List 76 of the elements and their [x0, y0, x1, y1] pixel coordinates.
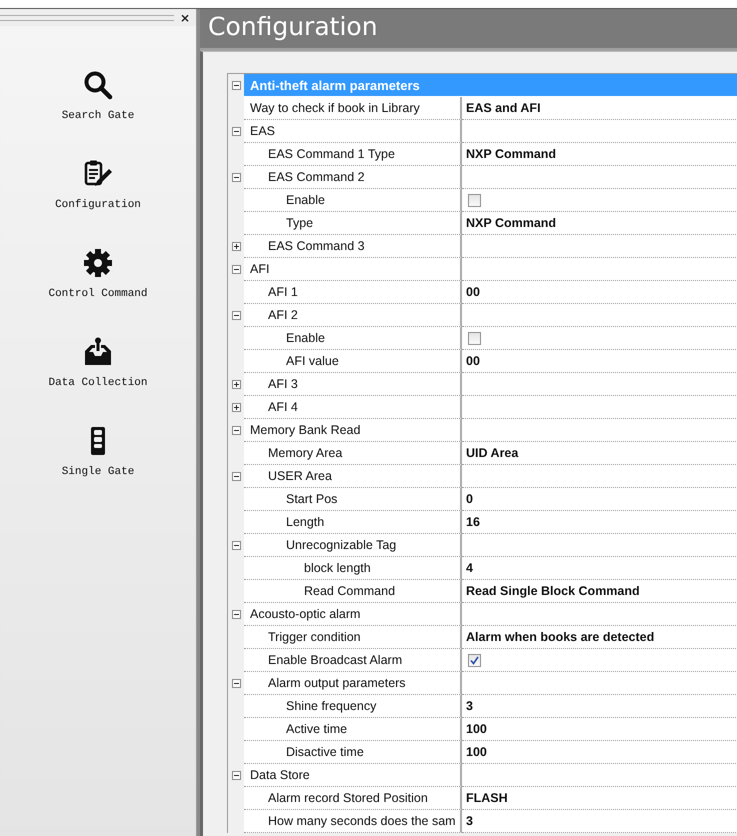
nav-button[interactable]: Data Collection: [48, 337, 148, 389]
collapse-toggle[interactable]: [232, 541, 240, 550]
property-name[interactable]: Unrecognizable Tag: [286, 538, 396, 552]
collapse-toggle[interactable]: [232, 679, 240, 688]
property-value[interactable]: Alarm when books are detected: [466, 630, 654, 644]
property-name[interactable]: AFI 4: [268, 400, 298, 414]
property-name[interactable]: Shine frequency: [286, 699, 376, 713]
property-name[interactable]: EAS Command 3: [268, 239, 365, 253]
property-value[interactable]: 4: [466, 561, 473, 575]
property-name[interactable]: Memory Bank Read: [250, 423, 360, 437]
property-name[interactable]: AFI 2: [268, 308, 298, 322]
collapse-toggle[interactable]: [232, 127, 240, 136]
property-name[interactable]: Memory Area: [268, 446, 342, 460]
collapse-toggle[interactable]: [232, 173, 240, 182]
collapse-toggle[interactable]: [232, 472, 240, 481]
property-name[interactable]: AFI 1: [268, 285, 298, 299]
collapse-toggle[interactable]: [232, 771, 240, 780]
property-name[interactable]: Type: [286, 216, 314, 230]
property-value[interactable]: 100: [466, 722, 487, 736]
inbox-icon: [83, 337, 113, 367]
property-name[interactable]: EAS Command 2: [268, 170, 365, 184]
property-name[interactable]: Alarm output parameters: [268, 676, 406, 690]
property-value[interactable]: NXP Command: [466, 147, 556, 161]
expand-toggle[interactable]: [232, 242, 240, 251]
property-name[interactable]: How many seconds does the sam: [268, 814, 456, 828]
collapse-toggle[interactable]: [232, 311, 240, 320]
collapse-toggle[interactable]: [232, 81, 240, 90]
property-value[interactable]: 100: [466, 745, 487, 759]
property-value[interactable]: UID Area: [466, 446, 518, 460]
nav-button[interactable]: Configuration: [55, 159, 141, 211]
property-value[interactable]: FLASH: [466, 791, 508, 805]
property-name[interactable]: Disactive time: [286, 745, 364, 759]
property-name[interactable]: Alarm record Stored Position: [268, 791, 428, 805]
property-value[interactable]: 00: [466, 354, 480, 368]
property-name[interactable]: AFI: [250, 262, 270, 276]
property-name[interactable]: AFI value: [286, 354, 339, 368]
clipboard-pencil-icon: [82, 159, 113, 189]
search-icon: [83, 70, 113, 100]
property-value[interactable]: 16: [466, 515, 480, 529]
collapse-toggle[interactable]: [232, 426, 240, 435]
property-name[interactable]: USER Area: [268, 469, 332, 483]
property-value[interactable]: EAS and AFI: [466, 101, 541, 115]
property-name[interactable]: Way to check if book in Library: [250, 101, 420, 115]
property-name[interactable]: Start Pos: [286, 492, 338, 506]
panel-title: Configuration: [200, 9, 737, 51]
property-name[interactable]: Trigger condition: [268, 630, 361, 644]
property-name[interactable]: EAS Command 1 Type: [268, 147, 395, 161]
collapse-toggle[interactable]: [232, 610, 240, 619]
checkbox[interactable]: [468, 332, 481, 344]
property-name[interactable]: Enable: [286, 193, 325, 207]
close-button[interactable]: ×: [180, 10, 190, 24]
checkbox[interactable]: [468, 654, 481, 666]
property-name[interactable]: Active time: [286, 722, 348, 736]
property-value[interactable]: Read Single Block Command: [466, 584, 640, 598]
property-name[interactable]: Enable Broadcast Alarm: [268, 653, 402, 667]
property-value[interactable]: 00: [466, 285, 480, 299]
property-name[interactable]: AFI 3: [268, 377, 298, 391]
property-value[interactable]: 0: [466, 492, 473, 506]
property-value[interactable]: NXP Command: [466, 216, 556, 230]
collapse-toggle[interactable]: [232, 265, 240, 274]
property-name[interactable]: Acousto-optic alarm: [250, 607, 360, 621]
expand-toggle[interactable]: [232, 403, 240, 412]
property-name[interactable]: Read Command: [304, 584, 396, 598]
property-name[interactable]: Data Store: [250, 768, 310, 782]
gear-icon: [83, 248, 113, 278]
property-name[interactable]: EAS: [250, 124, 276, 138]
property-name[interactable]: block length: [304, 561, 371, 575]
nav-button[interactable]: Search Gate: [62, 70, 134, 122]
property-value[interactable]: 3: [466, 699, 473, 713]
expand-toggle[interactable]: [232, 380, 240, 389]
checkbox[interactable]: [468, 194, 481, 206]
nav-button[interactable]: Control Command: [48, 248, 148, 300]
property-name[interactable]: Enable: [286, 331, 325, 345]
property-value[interactable]: 3: [466, 814, 473, 828]
nav-button[interactable]: Single Gate: [62, 426, 134, 478]
property-name[interactable]: Length: [286, 515, 324, 529]
